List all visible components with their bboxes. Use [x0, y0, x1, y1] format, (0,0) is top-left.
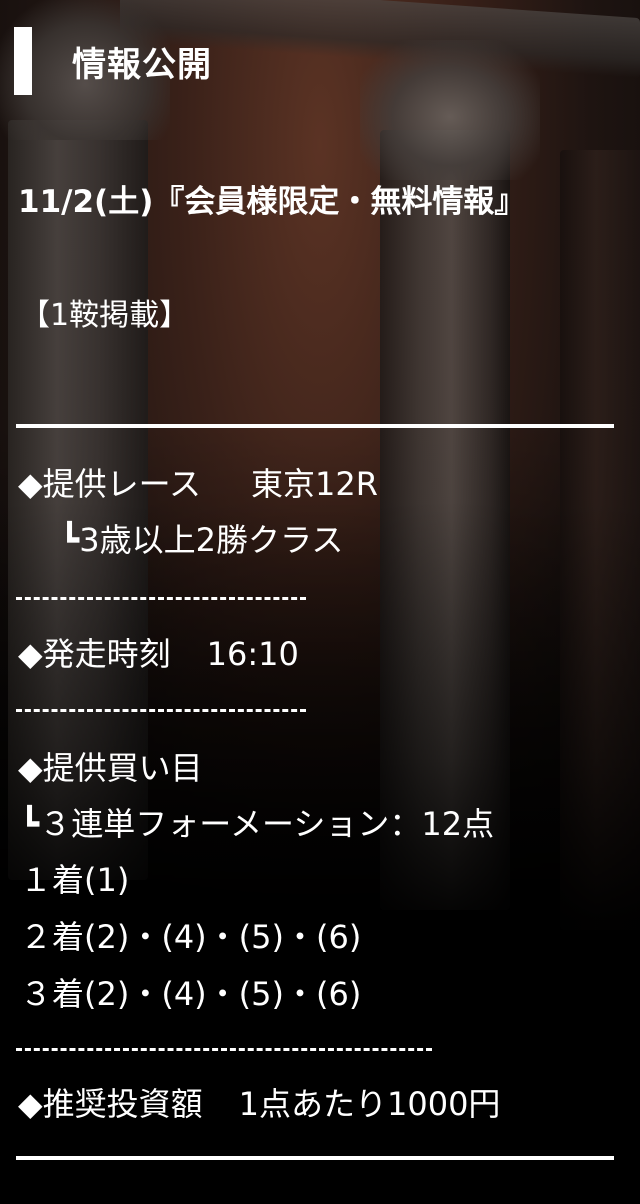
bet-first-place: １着(1) [20, 861, 130, 899]
info-notice: 【1鞍掲載】 [20, 298, 190, 333]
bet-label: ◆提供買い目 [18, 749, 203, 787]
start-time-label: ◆発走時刻 [18, 635, 171, 673]
amount-value: 1点あたり1000円 [238, 1085, 501, 1123]
amount-row: ◆推奨投資額 1点あたり1000円 [18, 1084, 500, 1124]
race-value: 東京12R [251, 465, 378, 503]
race-label: ◆提供レース [18, 465, 202, 503]
bet-second-place: ２着(2)・(4)・(5)・(6) [20, 918, 362, 956]
race-class: ┗3歳以上2勝クラス [60, 521, 344, 559]
info-date-title: 11/2(土)『会員様限定・無料情報』 [18, 184, 526, 220]
divider-dashed-3 [16, 1048, 432, 1051]
section-header: 情報公開 [14, 26, 212, 96]
start-time-value: 16:10 [206, 635, 299, 673]
start-time-row: ◆発走時刻 16:10 [18, 634, 299, 674]
race-row: ◆提供レース 東京12R [18, 464, 378, 504]
info-panel: 情報公開 11/2(土)『会員様限定・無料情報』 【1鞍掲載】 ◆提供レース 東京… [0, 0, 640, 1204]
divider-dashed-2 [16, 709, 306, 712]
header-accent-bar [14, 27, 32, 95]
divider-bottom [16, 1156, 614, 1160]
divider-dashed-1 [16, 597, 306, 600]
bet-type: ┗３連単フォーメーション：12点 [20, 805, 495, 843]
amount-label: ◆推奨投資額 [18, 1085, 203, 1123]
page-title: 情報公開 [72, 44, 212, 85]
divider-top [16, 424, 614, 428]
bet-third-place: ３着(2)・(4)・(5)・(6) [20, 975, 362, 1013]
